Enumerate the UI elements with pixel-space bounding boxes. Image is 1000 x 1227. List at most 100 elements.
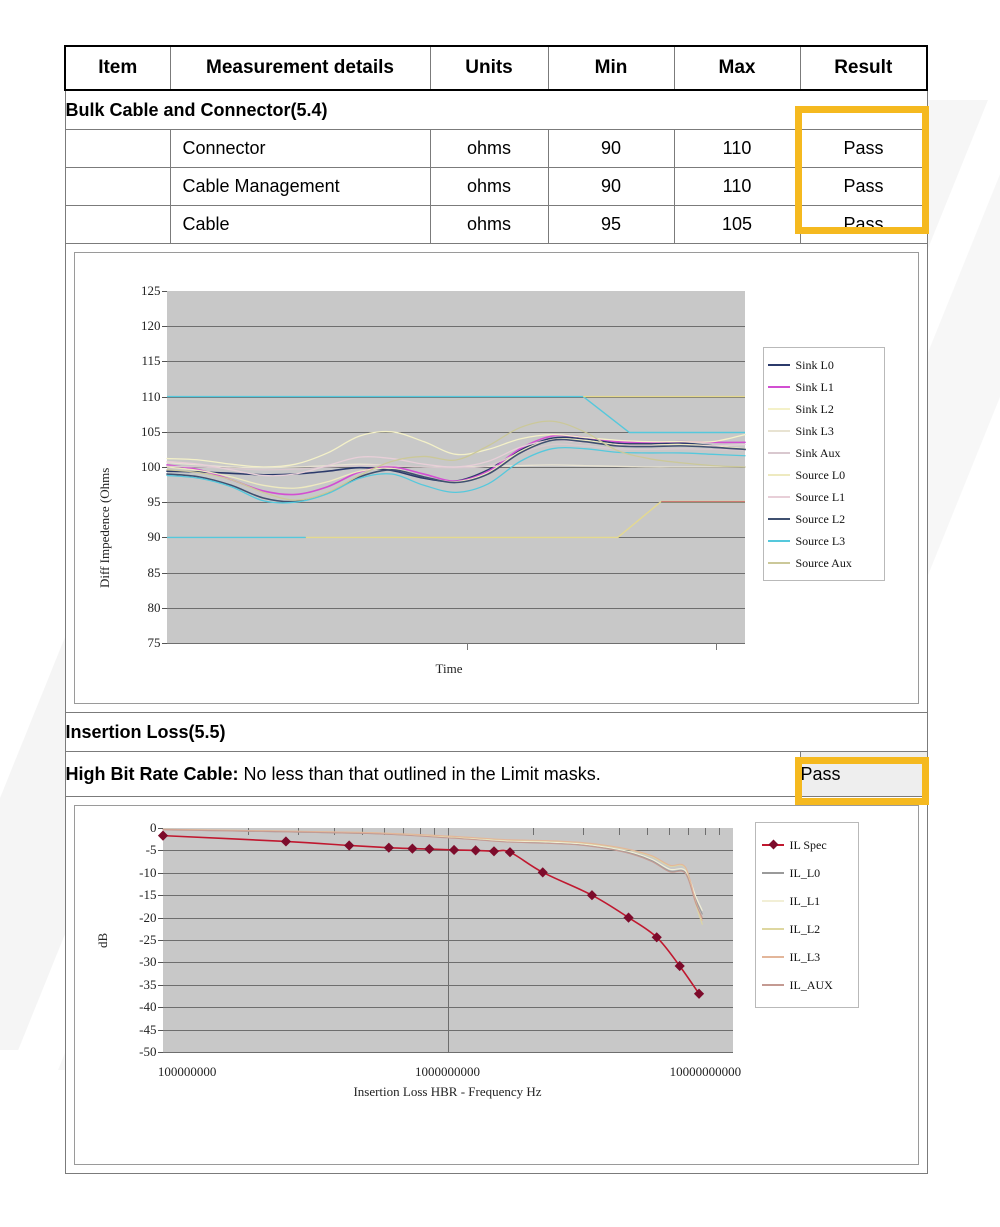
legend-item[interactable]: Source L0 xyxy=(767,464,878,486)
cell-item xyxy=(64,129,171,168)
chart-legend: IL Spec IL_L0 IL_L1 IL_L2 IL_L3 IL_AUX xyxy=(754,822,859,1008)
legend-label: Source L1 xyxy=(795,489,846,504)
legend-swatch xyxy=(767,540,790,542)
y-axis-tick xyxy=(161,643,167,644)
legend-item[interactable]: Source L1 xyxy=(767,486,878,508)
legend-item[interactable]: Sink L1 xyxy=(767,376,878,398)
y-axis-tick-label: 100 xyxy=(141,459,161,474)
y-axis-tick xyxy=(157,850,163,852)
diff-impedance-chart: 125 120 115 110 105 100 95 90 85 80 75 Time Diff Imp… xyxy=(73,252,919,704)
y-axis-tick xyxy=(157,1007,163,1009)
legend-label: Sink L3 xyxy=(795,423,834,438)
legend-swatch xyxy=(767,518,790,520)
y-axis-tick xyxy=(161,502,167,504)
data-point-marker xyxy=(488,846,499,857)
data-point-marker xyxy=(537,867,548,878)
legend-label: Sink L0 xyxy=(795,357,834,372)
column-header-units: Units xyxy=(429,45,549,91)
data-point-marker xyxy=(406,843,417,854)
y-axis-tick-label: -20 xyxy=(139,909,157,925)
legend-label: IL_L2 xyxy=(789,921,821,936)
y-axis-tick-label: -50 xyxy=(139,1044,157,1059)
legend-item[interactable]: Source Aux xyxy=(767,552,878,574)
section-header-insertion-loss: Insertion Loss(5.5) xyxy=(64,712,928,752)
legend-item[interactable]: Sink L0 xyxy=(767,354,878,376)
y-axis-tick-label: -15 xyxy=(139,887,157,903)
series-line xyxy=(161,829,703,919)
series-line xyxy=(161,829,703,911)
section-header-bulk-cable: Bulk Cable and Connector(5.4) xyxy=(64,89,928,130)
data-point-marker xyxy=(470,845,481,856)
y-axis-tick-label: 0 xyxy=(150,820,157,835)
cell-details: Connector xyxy=(169,129,431,168)
legend-label: IL_AUX xyxy=(789,977,833,992)
y-axis-tick-label: 115 xyxy=(141,353,161,369)
series-line xyxy=(161,834,700,995)
status-badge: Pass xyxy=(799,205,928,244)
legend-item[interactable]: Source L2 xyxy=(767,508,878,530)
legend-swatch xyxy=(767,430,790,432)
data-point-marker xyxy=(280,836,291,847)
legend-item[interactable]: IL_L1 xyxy=(761,887,852,915)
upper-limit-mask xyxy=(166,395,745,434)
cell-units: ohms xyxy=(429,129,549,168)
plot-area xyxy=(165,291,746,644)
y-axis-tick-label: -45 xyxy=(139,1021,157,1037)
legend-item[interactable]: Sink L3 xyxy=(767,420,878,442)
y-axis-tick-label: -10 xyxy=(139,864,157,880)
legend-swatch xyxy=(761,844,784,846)
x-axis-tick xyxy=(467,643,469,650)
y-axis-tick-label: 80 xyxy=(147,599,161,615)
y-axis-title: Diff Impedence (Ohms xyxy=(96,467,112,588)
insertion-loss-chart-row: 0 -5 -10 -15 -20 -25 -30 -35 -40 -45 -50 100000000 1… xyxy=(64,796,928,1174)
data-point-marker xyxy=(622,912,634,923)
column-header-details: Measurement details xyxy=(169,45,431,91)
y-axis-tick-label: 110 xyxy=(141,388,161,404)
x-axis-tick-label: 10000000000 xyxy=(669,1064,742,1079)
legend-label: Sink L2 xyxy=(795,401,834,416)
y-axis-tick-label: -40 xyxy=(139,999,157,1015)
y-axis-tick xyxy=(157,917,163,919)
table-header-row: Item Measurement details Units Min Max R… xyxy=(64,45,928,91)
legend-swatch xyxy=(767,364,790,366)
data-point-marker xyxy=(343,840,354,851)
legend-item[interactable]: IL Spec xyxy=(761,831,852,859)
legend-swatch xyxy=(767,474,790,476)
chart-legend: Sink L0 Sink L1 Sink L2 Sink L3 Sink Aux Sour… xyxy=(762,347,885,581)
legend-label: Sink L1 xyxy=(795,379,834,394)
status-badge: Pass xyxy=(799,167,928,206)
legend-item[interactable]: Sink Aux xyxy=(767,442,878,464)
legend-item[interactable]: IL_L3 xyxy=(761,943,852,971)
y-axis-tick xyxy=(161,607,167,609)
y-axis-tick-label: 75 xyxy=(147,635,161,650)
data-point-marker xyxy=(448,844,459,856)
cell-max: 105 xyxy=(673,205,801,244)
legend-swatch xyxy=(761,984,784,986)
legend-swatch xyxy=(767,452,790,454)
y-axis-tick-label: 90 xyxy=(147,529,161,545)
requirement-text-cell: High Bit Rate Cable: No less than that o… xyxy=(64,751,801,797)
legend-item[interactable]: IL_AUX xyxy=(761,971,852,999)
cell-min: 90 xyxy=(547,129,675,168)
y-axis-tick xyxy=(161,361,167,363)
insertion-loss-chart: 0 -5 -10 -15 -20 -25 -30 -35 -40 -45 -50 100000000 1… xyxy=(73,805,919,1165)
legend-label: Sink Aux xyxy=(795,445,841,460)
legend-label: IL Spec xyxy=(789,837,827,852)
legend-label: Source L3 xyxy=(795,533,846,548)
column-header-min: Min xyxy=(547,45,675,91)
legend-item[interactable]: Sink L2 xyxy=(767,398,878,420)
series-line xyxy=(161,828,703,925)
cell-details: Cable xyxy=(169,205,431,244)
x-axis-title: Time xyxy=(435,661,463,676)
y-axis-tick xyxy=(157,962,163,964)
y-axis-tick xyxy=(161,291,167,292)
data-point-marker xyxy=(383,842,394,853)
legend-item[interactable]: IL_L2 xyxy=(761,915,852,943)
impedance-chart-row: 125 120 115 110 105 100 95 90 85 80 75 Time Diff Imp… xyxy=(64,243,928,713)
legend-item[interactable]: IL_L0 xyxy=(761,859,852,887)
x-axis-tick-label: 100000000 xyxy=(157,1064,217,1079)
legend-item[interactable]: Source L3 xyxy=(767,530,878,552)
legend-label: IL_L1 xyxy=(789,893,821,908)
trace-layer xyxy=(157,828,704,999)
y-axis-tick-label: -5 xyxy=(145,842,157,858)
